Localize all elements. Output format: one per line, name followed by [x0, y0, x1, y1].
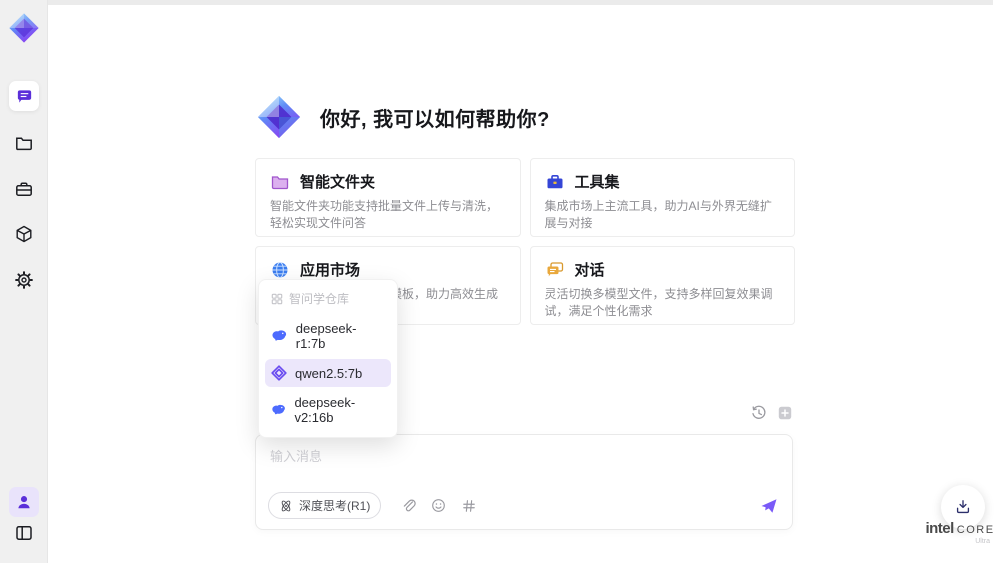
model-option-deepseek-r1[interactable]: deepseek-r1:7b	[265, 315, 391, 357]
gem-logo-icon	[257, 95, 301, 139]
market-card-icon	[272, 261, 288, 278]
composer-toolbar: 深度思考(R1)	[268, 492, 778, 519]
user-icon	[18, 496, 30, 509]
app-logo-icon	[8, 12, 40, 44]
folder-card-icon	[271, 175, 289, 189]
new-chat-icon	[778, 406, 791, 419]
card-conversation[interactable]: 对话 灵活切换多模型文件，支持多样回复效果调试，满足个性化需求	[529, 246, 795, 325]
card-title: 对话	[574, 262, 605, 279]
ultra-badge: Ultra	[975, 538, 990, 545]
chat-bubble-icon	[17, 89, 31, 103]
sidebar-item-account[interactable]	[9, 487, 39, 517]
repo-icon	[271, 293, 283, 304]
folder-icon	[16, 137, 32, 151]
sidebar-item-chat[interactable]	[9, 81, 39, 111]
model-option-label: deepseek-v2:16b	[294, 395, 356, 425]
chat-card-icon	[547, 261, 563, 276]
deepseek-whale-icon	[272, 404, 285, 414]
new-chat-button[interactable]	[776, 404, 793, 421]
card-smart-folder[interactable]: 智能文件夹 智能文件夹功能支持批量文件上传与清洗，轻松实现文件问答	[255, 158, 521, 237]
atom-icon	[281, 500, 291, 511]
sidebar-item-settings[interactable]	[9, 265, 39, 295]
qwen-icon	[271, 365, 287, 381]
top-strip	[48, 0, 993, 5]
core-wordmark: CORE	[956, 524, 995, 536]
sidebar-item-folders[interactable]	[9, 128, 39, 158]
model-option-label: qwen2.5:7b	[295, 365, 363, 381]
download-icon	[956, 500, 970, 514]
cube-icon	[16, 225, 32, 243]
gear-icon	[15, 271, 33, 289]
model-dropdown-header-label: 智问学仓库	[289, 292, 350, 306]
deepseek-whale-icon	[272, 329, 287, 341]
sidebar-item-models[interactable]	[9, 219, 39, 249]
emoji-button[interactable]	[430, 497, 447, 514]
card-toolset[interactable]: 工具集 集成市场上主流工具，助力AI与外界无缝扩展与对接	[529, 158, 795, 237]
deep-think-toggle[interactable]: 深度思考(R1)	[268, 492, 382, 519]
model-option-label: deepseek-r1:7b	[295, 321, 357, 351]
briefcase-icon	[16, 182, 32, 196]
composer-placeholder: 输入消息	[270, 449, 323, 464]
prompt-library-button[interactable]	[460, 497, 477, 514]
history-button[interactable]	[750, 404, 767, 421]
card-description: 智能文件夹功能支持批量文件上传与清洗，轻松实现文件问答	[270, 199, 499, 230]
sidebar-item-collapse[interactable]	[9, 518, 39, 548]
paperclip-icon	[404, 499, 417, 512]
model-dropdown: 智问学仓库 deepseek-r1:7b qwen2.5:7b deepseek…	[258, 279, 398, 438]
deep-think-label: 深度思考(R1)	[299, 499, 371, 513]
message-composer[interactable]: 输入消息 深度思考(R1)	[255, 434, 793, 530]
card-description: 灵活切换多模型文件，支持多样回复效果调试，满足个性化需求	[544, 287, 773, 318]
app-window: 你好, 我可以如何帮助你? 智能文件夹 智能文件夹功能支持批量文件上传与清洗，轻…	[0, 0, 1000, 563]
toolbox-card-icon	[547, 174, 562, 188]
hash-icon	[463, 499, 475, 512]
model-dropdown-header: 智问学仓库	[265, 286, 391, 313]
intel-core-logo: intel CORE Ultra	[925, 520, 995, 545]
attach-button[interactable]	[400, 497, 417, 514]
card-title: 工具集	[574, 174, 620, 191]
card-description: 集成市场上主流工具，助力AI与外界无缝扩展与对接	[544, 199, 772, 230]
chat-toolbar	[750, 404, 793, 421]
panel-toggle-icon	[16, 526, 32, 540]
page-title: 你好, 我可以如何帮助你?	[320, 108, 550, 131]
send-button[interactable]	[760, 498, 778, 514]
model-option-deepseek-v2[interactable]: deepseek-v2:16b	[265, 389, 391, 431]
emoji-icon	[432, 499, 446, 512]
history-icon	[751, 405, 765, 419]
sidebar	[0, 0, 48, 563]
send-icon	[761, 498, 777, 513]
sidebar-item-tools[interactable]	[9, 174, 39, 204]
card-title: 应用市场	[300, 262, 361, 279]
card-title: 智能文件夹	[300, 174, 376, 191]
intel-wordmark: intel	[925, 520, 954, 537]
greeting-block: 你好, 我可以如何帮助你?	[256, 94, 550, 140]
model-option-qwen[interactable]: qwen2.5:7b	[265, 359, 391, 387]
